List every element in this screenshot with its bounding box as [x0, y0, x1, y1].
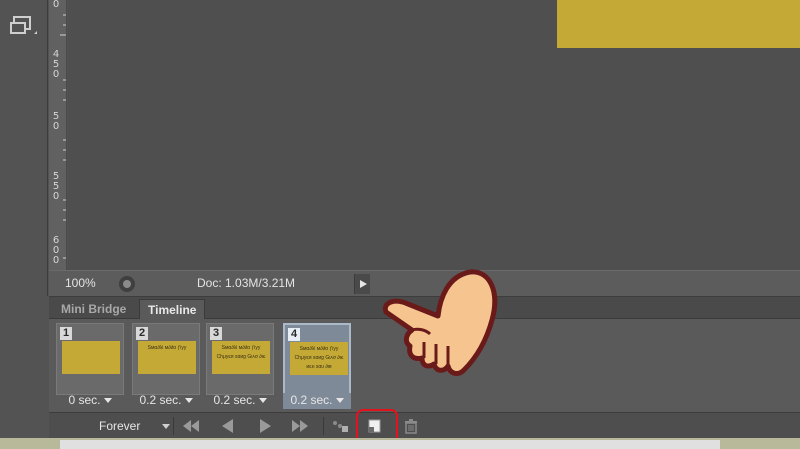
first-frame-icon[interactable] — [183, 419, 199, 433]
frame-thumbnail — [62, 341, 120, 374]
ruler-number: 0 — [52, 121, 60, 132]
footer-scrollbar[interactable] — [60, 440, 720, 449]
frame-3[interactable]: 3 Ѕмα∂λі м∂∂α ƒіуу Chμуєя sαиg Gιᴀσ ∂ιє … — [206, 323, 274, 409]
frame-delay[interactable]: 0.2 sec. — [283, 393, 351, 409]
thumbnail-text: Ѕмα∂λі м∂∂α ƒіуу — [299, 346, 339, 352]
thumbnail-text: иєн ѕαυ ∂ιʀ — [306, 364, 332, 370]
tab-timeline[interactable]: Timeline — [139, 299, 206, 319]
frame-4[interactable]: 4 Ѕмα∂λі м∂∂α ƒіуу Chμуєя sαиg Gιᴀσ ∂ιє … — [283, 323, 351, 409]
timeline-controls: Forever — [49, 412, 800, 438]
frame-delay-label: 0.2 sec. — [139, 393, 182, 407]
frame-box: 3 Ѕмα∂λі м∂∂α ƒіуу Chμуєя sαиg Gιᴀσ ∂ιє — [206, 323, 274, 395]
screen-mode-icon[interactable] — [10, 14, 38, 38]
frame-number: 3 — [210, 327, 222, 340]
chevron-down-icon[interactable] — [162, 424, 170, 429]
chevron-down-icon — [184, 398, 193, 403]
tween-icon[interactable] — [331, 418, 349, 434]
ruler-number: 0 — [52, 255, 60, 266]
thumbnail-text: Chμуєя sαиg Gιᴀσ ∂ιє — [294, 355, 344, 361]
ruler-number: 0 — [52, 191, 60, 202]
tab-mini-bridge[interactable]: Mini Bridge — [53, 299, 134, 319]
thumbnail-text: Ѕмα∂λі м∂∂α ƒіуу — [221, 345, 261, 351]
document-size: Doc: 1.03M/3.21M — [197, 276, 296, 290]
frame-delay[interactable]: 0 sec. — [56, 393, 124, 407]
status-expand-button[interactable] — [354, 274, 370, 294]
frame-1[interactable]: 1 0 sec. — [56, 323, 124, 409]
separator — [173, 417, 174, 435]
trash-icon[interactable] — [403, 418, 419, 434]
frame-delay-label: 0.2 sec. — [290, 393, 333, 407]
frame-delay-label: 0.2 sec. — [213, 393, 256, 407]
frame-delay[interactable]: 0.2 sec. — [132, 393, 200, 407]
loop-options-select[interactable]: Forever — [99, 419, 140, 433]
frame-thumbnail: Ѕмα∂λі м∂∂α ƒіуу Chμуєя sαиg Gιᴀσ ∂ιє — [212, 341, 270, 374]
ruler-number: 0 — [52, 69, 60, 80]
frame-number: 1 — [60, 327, 72, 340]
frame-2[interactable]: 2 Ѕмα∂λі м∂∂α ƒіуу 0.2 sec. — [132, 323, 200, 409]
photoshop-window: { "ruler": { "numbers": ["0", "4", "5", … — [0, 0, 800, 449]
frame-delay-label: 0 sec. — [68, 393, 101, 407]
frame-box: 4 Ѕмα∂λі м∂∂α ƒіуу Chμуєя sαиg Gιᴀσ ∂ιє … — [283, 323, 351, 395]
frame-number: 4 — [288, 328, 300, 341]
chevron-down-icon — [258, 398, 267, 403]
play-icon[interactable] — [260, 419, 271, 433]
frame-thumbnail: Ѕмα∂λі м∂∂α ƒіуу Chμуєя sαиg Gιᴀσ ∂ιє иє… — [290, 342, 348, 375]
zoom-level[interactable]: 100% — [65, 276, 96, 290]
pointing-hand-icon — [382, 269, 498, 376]
frame-box: 2 Ѕмα∂λі м∂∂α ƒіуу — [132, 323, 200, 395]
chevron-down-icon — [335, 398, 344, 403]
next-frame-icon[interactable] — [292, 419, 308, 433]
frame-delay[interactable]: 0.2 sec. — [206, 393, 274, 407]
ruler-number: 0 — [52, 0, 60, 10]
tool-strip — [0, 0, 48, 296]
thumbnail-text: Ѕмα∂λі м∂∂α ƒіуу — [147, 345, 187, 351]
chevron-down-icon — [103, 398, 112, 403]
previous-frame-icon[interactable] — [222, 419, 233, 433]
vertical-ruler: 0 4 5 0 5 0 5 5 0 6 0 0 — [49, 0, 67, 270]
separator — [323, 417, 324, 435]
frame-box: 1 — [56, 323, 124, 395]
document-image — [557, 0, 800, 48]
frame-number: 2 — [136, 327, 148, 340]
status-menu-icon[interactable] — [119, 276, 135, 292]
thumbnail-text: Chμуєя sαиg Gιᴀσ ∂ιє — [216, 354, 266, 360]
frame-thumbnail: Ѕмα∂λі м∂∂α ƒіуу — [138, 341, 196, 374]
